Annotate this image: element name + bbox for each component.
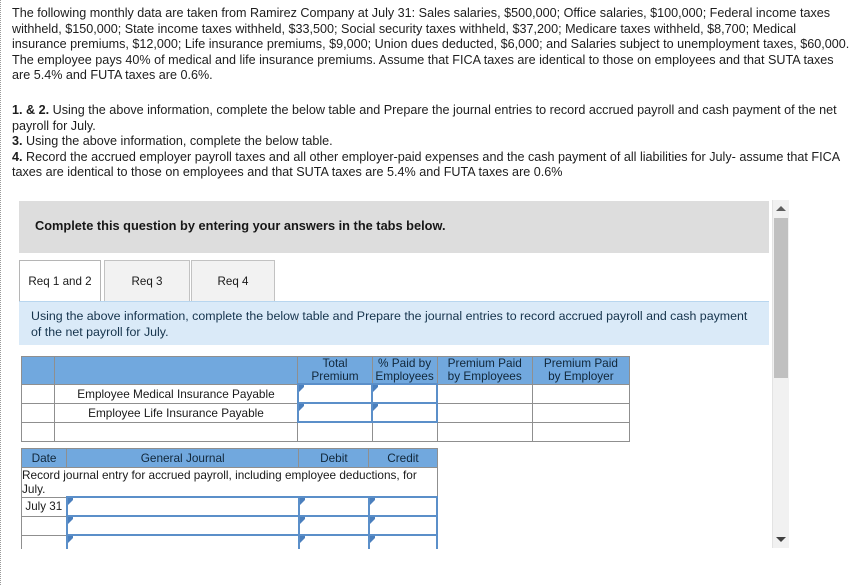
header-line-2: Premium [311, 369, 359, 383]
premium-header-paid-by-employees: Premium Paid by Employees [436, 356, 533, 385]
premium-header-total-premium: Total Premium [297, 356, 373, 385]
requirement-text: Using the above information, complete th… [22, 134, 333, 148]
premium-row-1-pct-paid-input[interactable] [371, 383, 439, 404]
premium-row-2-paid-by-employer [531, 402, 631, 423]
table-header-row: Total Premium % Paid by Employees Premiu… [20, 356, 631, 385]
premium-header-paid-by-employer: Premium Paid by Employer [531, 356, 631, 385]
table-row: July 31 [20, 496, 439, 517]
requirement-number: 1. & 2. [12, 103, 50, 117]
journal-header-general-journal: General Journal [66, 448, 300, 468]
premium-row-1-total-premium-input[interactable] [296, 383, 374, 404]
table-spacer-row [20, 421, 631, 442]
journal-row-1-debit-input[interactable] [297, 496, 370, 517]
premium-row-2-paid-by-employees [436, 402, 533, 423]
journal-row-1-date: July 31 [20, 496, 68, 517]
header-line-2: Employees [375, 369, 434, 383]
premium-spacer-cell [436, 421, 533, 442]
journal-note-row: Record journal entry for accrued payroll… [21, 467, 438, 498]
journal-row-2-account-input[interactable] [65, 515, 300, 536]
premium-spacer-cell [371, 421, 438, 442]
tab-label: Req 1 and 2 [28, 274, 92, 288]
journal-row-3-account-input[interactable] [65, 534, 300, 549]
table-row: Employee Life Insurance Payable [20, 402, 631, 423]
journal-row-3-date [20, 534, 68, 549]
scroll-up-icon[interactable] [773, 200, 789, 217]
journal-row-2-credit-input[interactable] [367, 515, 439, 536]
tab-req-4[interactable]: Req 4 [191, 260, 275, 301]
answer-widget: Complete this question by entering your … [19, 201, 789, 549]
instruction-text: Using the above information, complete th… [31, 309, 748, 339]
journal-header-credit: Credit [368, 448, 438, 468]
premium-spacer-cell [531, 421, 631, 442]
tab-req-1-and-2[interactable]: Req 1 and 2 [19, 260, 101, 301]
journal-row-1-account-input[interactable] [65, 496, 300, 517]
question-page: The following monthly data are taken fro… [0, 0, 862, 585]
widget-banner: Complete this question by entering your … [19, 201, 769, 253]
problem-statement: The following monthly data are taken fro… [12, 6, 850, 83]
journal-row-2-date [20, 515, 68, 536]
premium-row-1-label: Employee Medical Insurance Payable [54, 383, 299, 404]
premium-header-blank-2 [54, 356, 299, 385]
tab-label: Req 4 [217, 274, 249, 288]
premium-row-2-blank [20, 402, 56, 423]
tab-req-3[interactable]: Req 3 [104, 260, 190, 301]
table-row [20, 515, 439, 536]
widget-banner-text: Complete this question by entering your … [35, 218, 446, 233]
header-line-2: by Employees [447, 369, 522, 384]
premium-row-1-paid-by-employees [436, 383, 533, 404]
premium-row-1-blank [20, 383, 56, 404]
scrollbar-thumb[interactable] [774, 218, 788, 378]
insurance-premium-table: Total Premium % Paid by Employees Premiu… [20, 356, 631, 442]
requirements-list: 1. & 2. Using the above information, com… [12, 103, 852, 181]
journal-header-date: Date [20, 448, 68, 468]
general-journal-table: Date General Journal Debit Credit Record… [20, 448, 439, 549]
requirement-text: Record the accrued employer payroll taxe… [12, 149, 840, 180]
premium-spacer-cell [20, 421, 56, 442]
premium-spacer-cell [297, 421, 373, 442]
premium-header-blank-1 [20, 356, 56, 385]
premium-row-2-pct-paid-input[interactable] [371, 402, 439, 423]
premium-header-pct-paid-by-employees: % Paid by Employees [371, 356, 438, 385]
premium-row-2-total-premium-input[interactable] [296, 402, 374, 423]
requirement-number: 4. [12, 149, 23, 164]
table-header-row: Date General Journal Debit Credit [20, 448, 438, 468]
premium-row-2-label: Employee Life Insurance Payable [54, 402, 299, 423]
journal-row-2-debit-input[interactable] [297, 515, 370, 536]
scroll-down-icon[interactable] [773, 531, 789, 548]
tab-strip: Req 1 and 2 Req 3 Req 4 [19, 260, 769, 301]
requirement-item: 1. & 2. Using the above information, com… [12, 103, 852, 134]
requirement-item: 4. Record the accrued employer payroll t… [12, 150, 852, 181]
table-row: Employee Medical Insurance Payable [20, 383, 631, 404]
journal-row-3-credit-input[interactable] [367, 534, 439, 549]
premium-spacer-cell [54, 421, 299, 442]
premium-row-1-paid-by-employer [531, 383, 631, 404]
journal-header-debit: Debit [298, 448, 370, 468]
tab-label: Req 3 [131, 274, 163, 288]
requirement-text: Using the above information, complete th… [12, 103, 837, 133]
table-row [20, 534, 439, 549]
requirement-item: 3. Using the above information, complete… [12, 134, 852, 150]
journal-note: Record journal entry for accrued payroll… [21, 467, 438, 498]
header-line-2: by Employer [548, 369, 614, 384]
vertical-scrollbar[interactable] [772, 200, 789, 548]
journal-row-3-debit-input[interactable] [297, 534, 370, 549]
instruction-banner: Using the above information, complete th… [19, 301, 769, 345]
journal-row-1-credit-input[interactable] [367, 496, 439, 517]
requirement-number: 3. [12, 134, 23, 148]
